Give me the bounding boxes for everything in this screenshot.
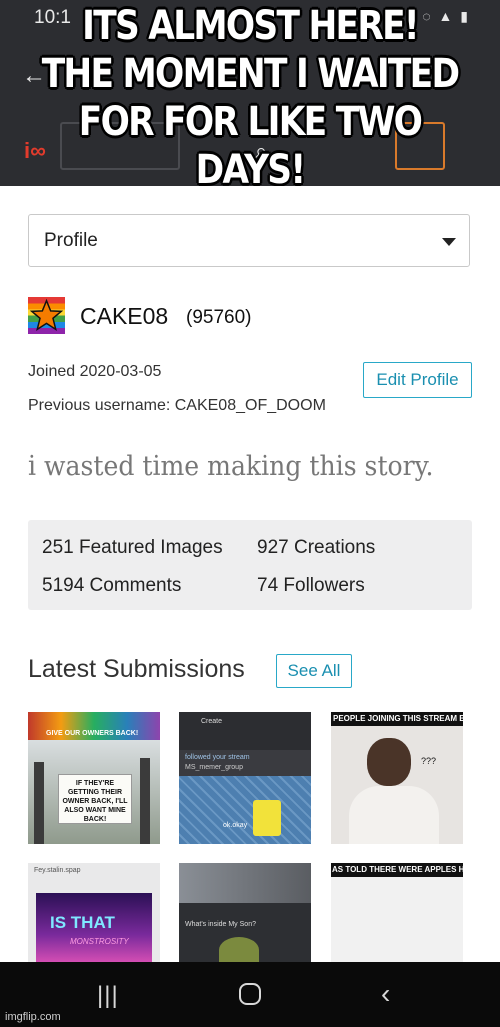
- chevron-down-icon: [442, 238, 456, 246]
- ogre-figure: [219, 937, 259, 963]
- joined-date: Joined 2020-03-05: [28, 363, 162, 380]
- thumb-caption: What's inside My Son?: [185, 921, 256, 928]
- profile-dropdown-value: Profile: [44, 230, 98, 251]
- avatar: [28, 297, 65, 334]
- thumb-caption-bar: AS TOLD THERE WERE APPLES H: [331, 863, 463, 877]
- stat-featured-images[interactable]: 251 Featured Images: [42, 537, 223, 559]
- protest-sign-text: IF THEY'RE GETTING THEIR OWNER BACK, I'L…: [62, 780, 128, 823]
- stat-followers[interactable]: 74 Followers: [257, 575, 365, 597]
- submission-thumbnail[interactable]: Fey.stalin.spap IS THAT MONSTROSITY: [28, 863, 160, 963]
- meme-caption-line: ITS ALMOST HERE!: [82, 3, 419, 49]
- edit-profile-button[interactable]: Edit Profile: [363, 362, 472, 398]
- thumb-caption: IS THAT: [50, 913, 115, 932]
- watermark: imgflip.com: [5, 1011, 61, 1023]
- person-shirt: [349, 786, 439, 844]
- username: CAKE08: [80, 303, 169, 329]
- system-nav-bar: ||| ‹: [0, 962, 500, 1027]
- thumb-subcaption: MONSTROSITY: [70, 937, 129, 946]
- stat-comments[interactable]: 5194 Comments: [42, 575, 181, 597]
- thumb-create-label: Create: [201, 718, 223, 725]
- retro-image: IS THAT MONSTROSITY: [36, 893, 152, 963]
- tree-trunk: [140, 758, 150, 844]
- tree-trunk: [34, 762, 44, 844]
- app-top-bar: 10:1 ◌ ▲ ▮ ← i∞ ⌕ ITS ALMOST HERE! THE M…: [0, 0, 500, 186]
- thumb-meta: Fey.stalin.spap: [34, 867, 81, 874]
- star-icon: [29, 298, 64, 332]
- thumb-caption-bar: PEOPLE JOINING THIS STREAM B: [331, 712, 463, 726]
- thumb-header: Create: [179, 712, 311, 750]
- previous-username: Previous username: CAKE08_OF_DOOM: [28, 397, 326, 414]
- meme-caption: ITS ALMOST HERE! THE MOMENT I WAITED FOR…: [35, 2, 465, 186]
- photo-strip: [179, 863, 311, 903]
- question-marks: ???: [421, 756, 437, 766]
- submission-thumbnail[interactable]: Create followed your stream MS_memer_gro…: [179, 712, 311, 844]
- thumb-caption: AS TOLD THERE WERE APPLES H: [332, 865, 463, 874]
- thumb-notif-line: MS_memer_group: [185, 764, 243, 771]
- submission-thumbnail[interactable]: GIVE OUR OWNERS BACK! IF THEY'RE GETTING…: [28, 712, 160, 844]
- submission-thumbnail[interactable]: PEOPLE JOINING THIS STREAM B ???: [331, 712, 463, 844]
- thumb-caption: ok.okay: [223, 822, 248, 829]
- latest-submissions-title: Latest Submissions: [28, 655, 245, 683]
- meme-caption-line: THE MOMENT I WAITED: [41, 51, 460, 97]
- back-arrow-icon[interactable]: ‹: [381, 978, 390, 1010]
- profile-bio: i wasted time making this story.: [28, 451, 434, 482]
- fence-background: [179, 776, 311, 844]
- thumb-top-text: GIVE OUR OWNERS BACK!: [46, 730, 139, 737]
- thumb-caption: PEOPLE JOINING THIS STREAM B: [333, 714, 463, 723]
- stat-creations[interactable]: 927 Creations: [257, 537, 375, 559]
- spongebob-figure: [253, 800, 281, 836]
- protest-sign: IF THEY'RE GETTING THEIR OWNER BACK, I'L…: [58, 774, 132, 824]
- profile-stats: 251 Featured Images 927 Creations 5194 C…: [28, 520, 472, 610]
- submission-thumbnail[interactable]: AS TOLD THERE WERE APPLES H: [331, 863, 463, 963]
- see-all-button[interactable]: See All: [276, 654, 352, 688]
- submission-thumbnail[interactable]: What's inside My Son?: [179, 863, 311, 963]
- recent-apps-icon[interactable]: |||: [97, 982, 119, 1010]
- notification-row: followed your stream MS_memer_group: [179, 750, 311, 776]
- person-head: [367, 738, 411, 786]
- user-points: (95760): [186, 307, 252, 328]
- profile-dropdown[interactable]: Profile: [28, 214, 470, 267]
- meme-caption-line: FOR FOR LIKE TWO DAYS!: [78, 99, 423, 186]
- home-icon[interactable]: [239, 983, 261, 1005]
- thumb-notif-line: followed your stream: [185, 754, 250, 761]
